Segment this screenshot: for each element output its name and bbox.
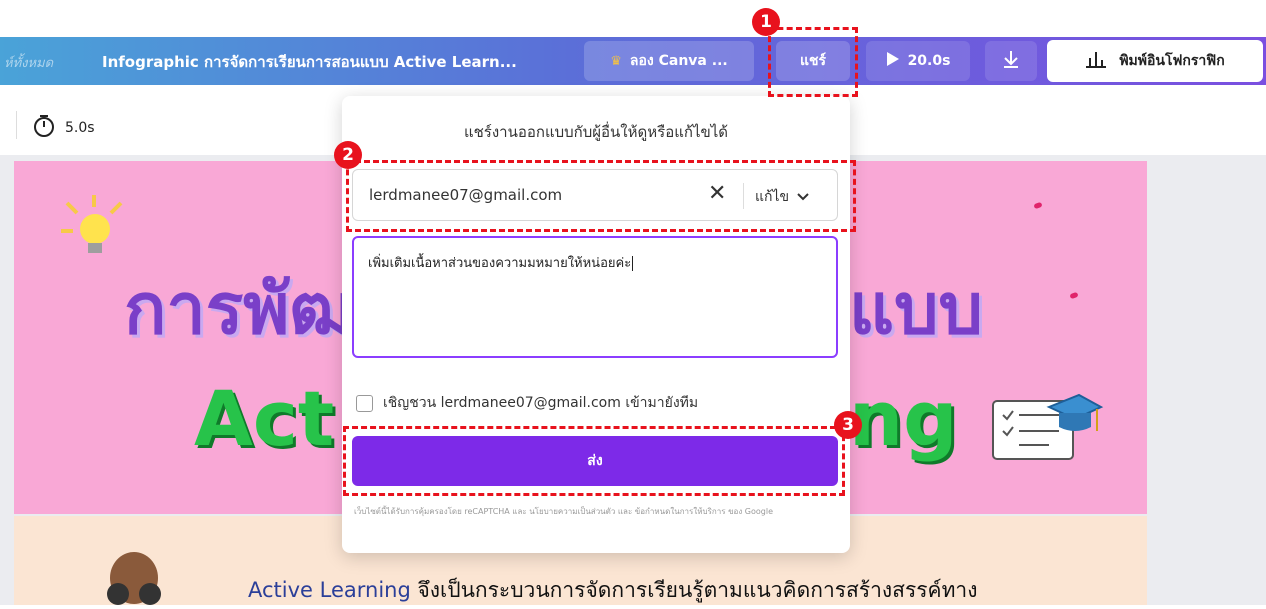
invite-label: เชิญชวน lerdmanee07@gmail.com เข้ามายังท… [383, 395, 699, 411]
play-time: 20.0s [907, 53, 951, 69]
print-infographic-label: พิมพ์อินโฟกราฟิก [1119, 53, 1225, 69]
highlight-box-send [343, 426, 845, 496]
document-title[interactable]: Infographic การจัดการเรียนการสอนแบบ Acti… [102, 50, 517, 74]
text-cursor [632, 256, 634, 271]
binoculars-person-image [94, 552, 174, 609]
highlight-box-recipient [346, 160, 856, 232]
editor-toolbar: ห์ทั้งหมด Infographic การจัดการเรียนการส… [0, 37, 1266, 85]
download-icon [1002, 49, 1020, 73]
step-badge-1: 1 [752, 8, 780, 36]
slide-subheading-left: Act [194, 374, 335, 463]
step-badge-2: 2 [334, 141, 362, 169]
share-panel-title: แชร์งานออกแบบกับผู้อื่นให้ดูหรือแก้ไขได้ [463, 123, 729, 141]
slide-heading-right: แบบ [849, 268, 983, 350]
message-text: เพิ่มเติมเนื้อหาส่วนของความมหมายให้หน่อย… [368, 252, 634, 273]
body-text: จึงเป็นกระบวนการจัดการเรียนรู้ตามแนวคิดก… [417, 578, 978, 602]
breadcrumb[interactable]: ห์ทั้งหมด [4, 52, 53, 73]
present-button[interactable]: 20.0s [866, 41, 970, 81]
highlight-box-share [768, 27, 858, 97]
invite-checkbox[interactable] [356, 394, 373, 412]
slide-heading-left: การพัฒ [124, 268, 353, 350]
confetti [1069, 291, 1079, 300]
slide-body-text: Active Learning จึงเป็นกระบวนการจัดการเร… [248, 574, 977, 607]
message-content: เพิ่มเติมเนื้อหาส่วนของความมหมายให้หน่อย… [368, 256, 632, 271]
recaptcha-notice: เว็บไซต์นี้ได้รับการคุ้มครองโดย reCAPTCH… [354, 507, 773, 516]
slide-subheading-right: ng [849, 374, 958, 463]
try-canva-pro-button[interactable]: ♛ ลอง Canva ... [584, 41, 754, 81]
print-infographic-button[interactable]: พิมพ์อินโฟกราฟิก [1047, 40, 1263, 82]
play-icon [886, 51, 900, 71]
timer-value: 5.0s [65, 120, 95, 136]
timer-button[interactable]: 5.0s [33, 114, 95, 142]
download-button[interactable] [985, 41, 1037, 81]
stopwatch-icon [33, 114, 55, 142]
lightbulb-icon [59, 193, 129, 267]
step-badge-3: 3 [834, 411, 862, 439]
confetti [1033, 201, 1043, 210]
try-canva-label: ลอง Canva ... [629, 53, 728, 69]
active-learning-accent: Active Learning [248, 578, 411, 602]
graduation-board-icon [989, 387, 1104, 471]
invite-to-team-option[interactable]: เชิญชวน lerdmanee07@gmail.com เข้ามายังท… [356, 392, 698, 414]
crown-icon: ♛ [610, 53, 622, 69]
bar-chart-icon [1085, 50, 1107, 72]
top-area: ห์ทั้งหมด Infographic การจัดการเรียนการส… [0, 0, 1266, 97]
divider [16, 111, 17, 139]
message-textarea[interactable]: เพิ่มเติมเนื้อหาส่วนของความมหมายให้หน่อย… [352, 236, 838, 358]
